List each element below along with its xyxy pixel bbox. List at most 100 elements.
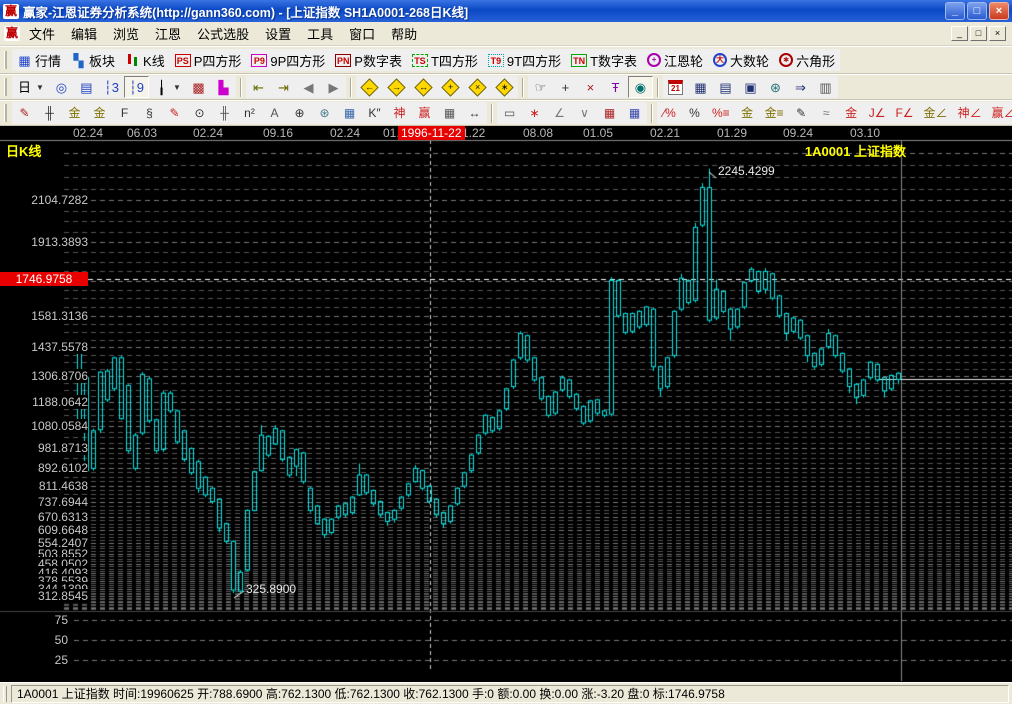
chart-region: 日K线 1A0001 上证指数 2104.72821913.38931581.3… <box>0 126 1012 682</box>
toolbar-t-number-table-label: T数字表 <box>590 51 637 70</box>
menu-item-window[interactable]: 窗口 <box>341 21 383 46</box>
toolbar-hexagon-button[interactable]: ∗六角形 <box>774 49 840 71</box>
toolbar-quotes-button[interactable]: ▦行情 <box>12 49 66 71</box>
draw-angle-line-icon[interactable]: A <box>262 102 287 124</box>
draw-star-web-icon[interactable]: ⊛ <box>312 102 337 124</box>
draw-ying-tool-icon[interactable]: 赢 <box>412 102 437 124</box>
y-axis-label: 892.6102 <box>2 461 88 475</box>
draw-gold-levels-icon[interactable]: 金≡ <box>760 102 789 124</box>
tool-next-bar-icon[interactable]: ▶ <box>321 76 346 98</box>
draw-clock-cycle-icon[interactable]: ⊙ <box>187 102 212 124</box>
toolbar-kline-button[interactable]: K线 <box>120 49 170 71</box>
tool-bars-9-icon[interactable]: ┆9 <box>124 76 149 98</box>
kline-chart-canvas[interactable] <box>0 126 1012 682</box>
tool-brain-tool-icon[interactable]: ◉ <box>628 76 653 98</box>
draw-span-arrows-icon[interactable]: ↔ <box>462 102 487 124</box>
draw-f-angle-icon[interactable]: F∠ <box>890 102 918 124</box>
tool-bars-3-icon[interactable]: ┆3 <box>99 76 124 98</box>
toolbar-gann-wheel-button[interactable]: +江恩轮 <box>642 49 708 71</box>
mdi-close-button[interactable]: × <box>989 26 1006 41</box>
selected-date-tag: 1996-11-22 <box>398 126 465 140</box>
tool-net-save-icon[interactable]: ⊛ <box>763 76 788 98</box>
toolbar-t-square-button[interactable]: TST四方形 <box>407 49 483 71</box>
minimize-button[interactable]: _ <box>945 2 965 20</box>
draw-red-pen-icon[interactable]: ✎ <box>162 102 187 124</box>
tool-gann-arrow-left-icon[interactable]: ← <box>356 76 383 98</box>
draw-gold-circle-icon[interactable]: 金 <box>735 102 760 124</box>
draw-zigzag-icon[interactable]: ∨ <box>572 102 597 124</box>
draw-ying-angle-icon[interactable]: 赢∠ <box>987 102 1012 124</box>
menu-item-edit[interactable]: 编辑 <box>63 21 105 46</box>
tool-print-icon[interactable]: ▥ <box>813 76 838 98</box>
draw-box-select-icon[interactable]: ▭ <box>497 102 522 124</box>
menu-item-browse[interactable]: 浏览 <box>105 21 147 46</box>
toolbar-9p-square-button[interactable]: P99P四方形 <box>246 49 330 71</box>
draw-compass-icon[interactable]: ⊕ <box>287 102 312 124</box>
tool-calendar-icon[interactable]: 21 <box>663 76 688 98</box>
toolbar-t-number-table-button[interactable]: TNT数字表 <box>566 49 642 71</box>
tool-red-region-icon[interactable]: ▩ <box>186 76 211 98</box>
tool-gann-compress-icon[interactable]: × <box>464 76 491 98</box>
draw-j-angle-icon[interactable]: J∠ <box>864 102 891 124</box>
tool-first-page-icon[interactable]: ⇤ <box>246 76 271 98</box>
draw-percent-slash-icon[interactable]: ⁄% <box>657 102 682 124</box>
toolbar-sectors-button[interactable]: ▚板块 <box>66 49 120 71</box>
tool-crosshair-tool-icon[interactable]: + <box>553 76 578 98</box>
draw-blue-grid-icon[interactable]: ▦ <box>622 102 647 124</box>
toolbar-p-square-button[interactable]: PSP四方形 <box>170 49 247 71</box>
tool-gann-arrow-both-icon[interactable]: ↔ <box>410 76 437 98</box>
draw-fan-rays-icon[interactable]: ∗ <box>522 102 547 124</box>
draw-hash-lines-icon[interactable]: ╫ <box>212 102 237 124</box>
tool-notebook-icon[interactable]: ▤ <box>713 76 738 98</box>
tool-info-panel-icon[interactable]: ▤ <box>74 76 99 98</box>
tool-volume-chart-icon[interactable]: ▙ <box>211 76 236 98</box>
tool-hand-tool-icon[interactable]: ☞ <box>528 76 553 98</box>
draw-gold-grid-2-icon[interactable]: 金 <box>87 102 112 124</box>
draw-percent-lines-icon[interactable]: %≡ <box>707 102 735 124</box>
draw-n-square-icon[interactable]: n² <box>237 102 262 124</box>
draw-percent-icon[interactable]: % <box>682 102 707 124</box>
tool-calculator-icon[interactable]: ▦ <box>688 76 713 98</box>
tool-save-icon[interactable]: ▣ <box>738 76 763 98</box>
tool-last-page-icon[interactable]: ⇥ <box>271 76 296 98</box>
draw-spiral-icon[interactable]: § <box>137 102 162 124</box>
tool-delete-line-tool-icon[interactable]: × <box>578 76 603 98</box>
menu-item-file[interactable]: 文件 <box>21 21 63 46</box>
draw-f-levels-icon[interactable]: F <box>112 102 137 124</box>
restore-button[interactable]: □ <box>967 2 987 20</box>
toolbar-p-number-table-button[interactable]: PNP数字表 <box>330 49 407 71</box>
draw-k-mark-icon[interactable]: K″ <box>362 102 387 124</box>
draw-trend-angle-icon[interactable]: ∠ <box>547 102 572 124</box>
draw-red-grid-icon[interactable]: ▦ <box>597 102 622 124</box>
menu-item-tools[interactable]: 工具 <box>299 21 341 46</box>
tool-text-tool-icon[interactable]: Ŧ <box>603 76 628 98</box>
tool-export-icon[interactable]: ⇒ <box>788 76 813 98</box>
draw-gold-line-icon[interactable]: 金 <box>839 102 864 124</box>
draw-draw-brush-icon[interactable]: ✎ <box>12 102 37 124</box>
draw-shen-tool-icon[interactable]: 神 <box>387 102 412 124</box>
menu-item-formula-picker[interactable]: 公式选股 <box>189 21 257 46</box>
draw-marker-pen-icon[interactable]: ✎ <box>789 102 814 124</box>
mdi-restore-button[interactable]: □ <box>970 26 987 41</box>
mdi-minimize-button[interactable]: _ <box>951 26 968 41</box>
draw-grid-lines-icon[interactable]: ╫ <box>37 102 62 124</box>
draw-wave-overlap-icon[interactable]: ≈ <box>814 102 839 124</box>
tool-period-day-dropdown-icon[interactable]: 日▼ <box>12 76 49 98</box>
tool-gann-cross-icon[interactable]: + <box>437 76 464 98</box>
close-button[interactable]: × <box>989 2 1009 20</box>
draw-grid-target-icon[interactable]: ▦ <box>337 102 362 124</box>
draw-gold-angle-icon[interactable]: 金∠ <box>919 102 953 124</box>
tool-gann-knot-icon[interactable]: ◎ <box>49 76 74 98</box>
draw-shen-angle-icon[interactable]: 神∠ <box>953 102 987 124</box>
menu-item-gann[interactable]: 江恩 <box>147 21 189 46</box>
menu-item-help[interactable]: 帮助 <box>383 21 425 46</box>
toolbar-big-number-wheel-button[interactable]: 大大数轮 <box>708 49 774 71</box>
toolbar-9t-square-button[interactable]: T99T四方形 <box>483 49 566 71</box>
draw-calendar-grid-icon[interactable]: ▦ <box>437 102 462 124</box>
tool-gann-arrow-right-icon[interactable]: → <box>383 76 410 98</box>
tool-candle-style-dropdown-icon[interactable]: ╽▼ <box>149 76 186 98</box>
menu-item-settings[interactable]: 设置 <box>257 21 299 46</box>
draw-gold-grid-icon[interactable]: 金 <box>62 102 87 124</box>
tool-gann-star-icon[interactable]: ∗ <box>491 76 518 98</box>
tool-prev-bar-icon[interactable]: ◀ <box>296 76 321 98</box>
